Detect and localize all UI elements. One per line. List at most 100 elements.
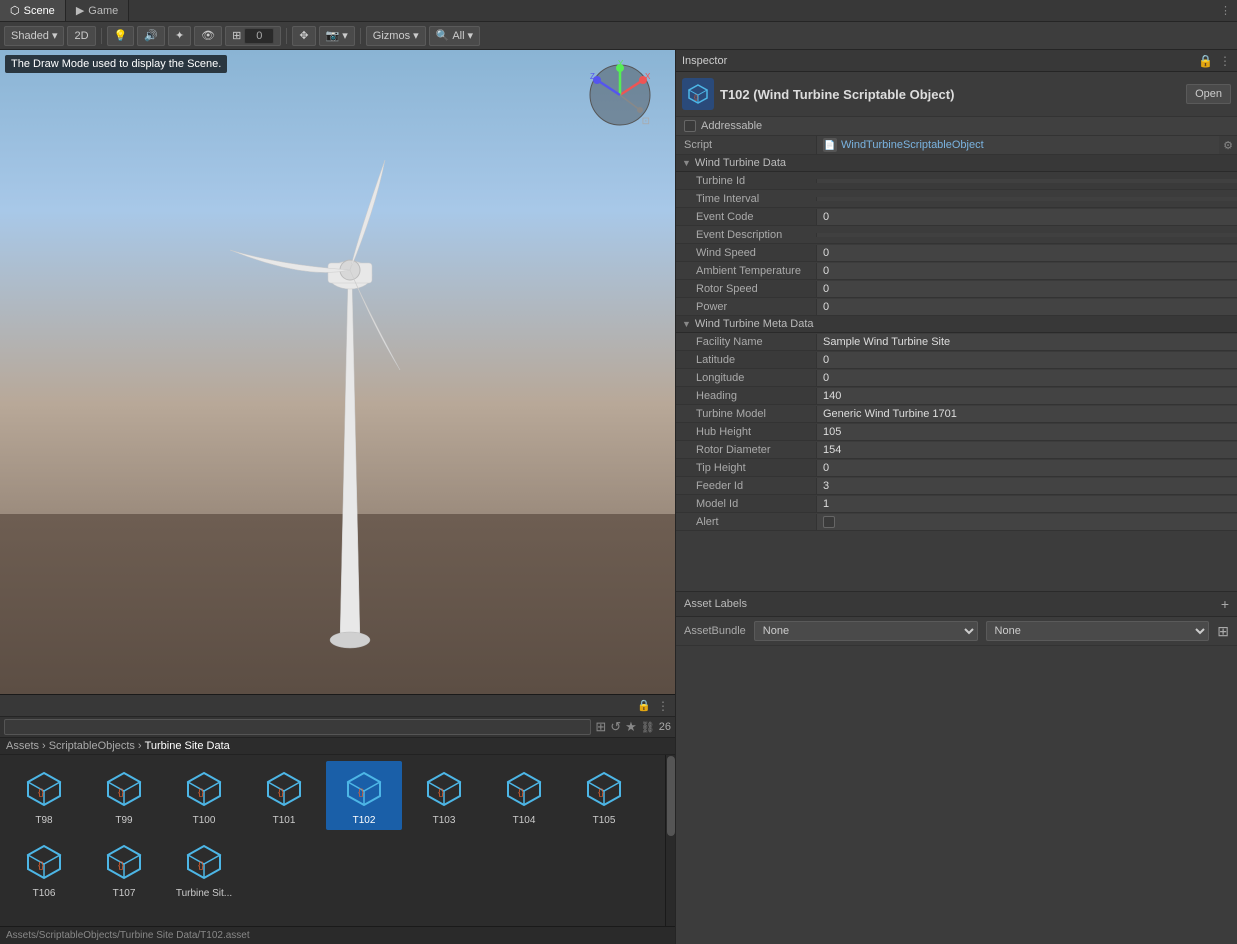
- wind-turbine-meta-data-header[interactable]: ▼ Wind Turbine Meta Data: [676, 316, 1237, 333]
- power-label: Power: [676, 299, 816, 315]
- event-code-value[interactable]: 0: [816, 209, 1237, 225]
- facility-name-label: Facility Name: [676, 334, 816, 350]
- audio-toggle[interactable]: 🔊: [137, 26, 165, 46]
- hidden-toggle[interactable]: 👁: [194, 26, 222, 46]
- turbine-id-label: Turbine Id: [676, 173, 816, 189]
- asset-bundle-expand-icon[interactable]: ⊞: [1217, 623, 1229, 640]
- asset-search-input[interactable]: [4, 719, 591, 735]
- svg-text:{}: {}: [118, 860, 124, 870]
- shading-dropdown[interactable]: Shaded ▾: [4, 26, 64, 46]
- dots-icon[interactable]: ⋮: [657, 699, 669, 713]
- asset-item-T103[interactable]: {} T103: [406, 761, 482, 830]
- asset-item-T106[interactable]: {} T106: [6, 834, 82, 903]
- camera-dropdown[interactable]: 📷 ▾: [319, 26, 355, 46]
- asset-item-T101[interactable]: {} T101: [246, 761, 322, 830]
- view-control[interactable]: ⊡: [642, 116, 650, 127]
- event-code-label: Event Code: [676, 209, 816, 225]
- asset-star-icon[interactable]: ★: [625, 719, 637, 735]
- prop-feeder-id: Feeder Id 3: [676, 477, 1237, 495]
- grid-toggle[interactable]: ⊞ 0: [225, 26, 281, 46]
- asset-item-T102[interactable]: {} T102: [326, 761, 402, 830]
- draw-mode-tooltip: The Draw Mode used to display the Scene.: [5, 55, 227, 73]
- tip-height-label: Tip Height: [676, 460, 816, 476]
- effects-toggle[interactable]: ✦: [168, 26, 191, 46]
- svg-text:X: X: [645, 72, 651, 81]
- script-gear-icon[interactable]: ⚙: [1219, 139, 1237, 152]
- hidden-icon: 👁: [201, 29, 215, 42]
- prop-time-interval: Time Interval: [676, 190, 1237, 208]
- hub-height-value[interactable]: 105: [816, 424, 1237, 440]
- wind-turbine-data-header[interactable]: ▼ Wind Turbine Data: [676, 155, 1237, 172]
- asset-add-icon[interactable]: ⊞: [595, 719, 606, 735]
- wind-speed-value[interactable]: 0: [816, 245, 1237, 261]
- light-toggle[interactable]: 💡: [107, 26, 135, 46]
- prop-turbine-model: Turbine Model Generic Wind Turbine 1701: [676, 405, 1237, 423]
- open-button[interactable]: Open: [1186, 84, 1231, 104]
- asset-item-T105[interactable]: {} T105: [566, 761, 642, 830]
- scene-viewport[interactable]: The Draw Mode used to display the Scene.: [0, 50, 675, 694]
- asset-item-T99[interactable]: {} T99: [86, 761, 162, 830]
- breadcrumb-assets[interactable]: Assets: [6, 740, 39, 752]
- asset-item-T98[interactable]: {} T98: [6, 761, 82, 830]
- rotor-diameter-label: Rotor Diameter: [676, 442, 816, 458]
- heading-value[interactable]: 140: [816, 388, 1237, 404]
- longitude-value[interactable]: 0: [816, 370, 1237, 386]
- asset-item-turbine-site[interactable]: {} Turbine Sit...: [166, 834, 242, 903]
- prop-tip-height: Tip Height 0: [676, 459, 1237, 477]
- svg-text:{}: {}: [694, 95, 698, 101]
- gizmos-dropdown[interactable]: Gizmos ▾: [366, 26, 426, 46]
- time-interval-label: Time Interval: [676, 191, 816, 207]
- event-description-value[interactable]: [816, 233, 1237, 237]
- asset-item-T104[interactable]: {} T104: [486, 761, 562, 830]
- assets-scrollbar[interactable]: [665, 755, 675, 926]
- breadcrumb-turbine-site[interactable]: Turbine Site Data: [145, 740, 230, 752]
- more-options-icon[interactable]: ⋮: [1214, 4, 1237, 17]
- latitude-label: Latitude: [676, 352, 816, 368]
- rotor-speed-value[interactable]: 0: [816, 281, 1237, 297]
- latitude-value[interactable]: 0: [816, 352, 1237, 368]
- turbine-id-value[interactable]: [816, 179, 1237, 183]
- 2d-toggle[interactable]: 2D: [67, 26, 95, 46]
- lock-icon[interactable]: 🔒: [637, 699, 651, 712]
- prop-longitude: Longitude 0: [676, 369, 1237, 387]
- svg-text:{}: {}: [38, 787, 44, 797]
- prop-turbine-id: Turbine Id: [676, 172, 1237, 190]
- svg-text:{}: {}: [118, 787, 124, 797]
- prop-model-id: Model Id 1: [676, 495, 1237, 513]
- asset-labels-header: Asset Labels +: [676, 591, 1237, 617]
- tab-game[interactable]: ▶ Game: [66, 0, 129, 21]
- rotor-diameter-value[interactable]: 154: [816, 442, 1237, 458]
- tab-scene-label: Scene: [24, 5, 55, 17]
- transform-tool[interactable]: ✥: [292, 26, 315, 46]
- prop-rotor-diameter: Rotor Diameter 154: [676, 441, 1237, 459]
- addressable-checkbox[interactable]: [684, 120, 696, 132]
- wind-speed-label: Wind Speed: [676, 245, 816, 261]
- power-value[interactable]: 0: [816, 299, 1237, 315]
- turbine-model-value[interactable]: Generic Wind Turbine 1701: [816, 406, 1237, 422]
- top-tab-bar: ⬡ Scene ▶ Game ⋮: [0, 0, 1237, 22]
- asset-bundle-select-2[interactable]: None: [986, 621, 1210, 641]
- ambient-temperature-value[interactable]: 0: [816, 263, 1237, 279]
- tab-game-label: Game: [88, 5, 118, 17]
- asset-item-T107[interactable]: {} T107: [86, 834, 162, 903]
- asset-refresh-icon[interactable]: ↺: [610, 719, 621, 735]
- all-dropdown[interactable]: 🔍 All ▾: [429, 26, 480, 46]
- time-interval-value[interactable]: [816, 197, 1237, 201]
- inspector-menu-icon[interactable]: ⋮: [1219, 54, 1231, 68]
- svg-text:Y: Y: [618, 60, 624, 68]
- asset-item-T100[interactable]: {} T100: [166, 761, 242, 830]
- feeder-id-value[interactable]: 3: [816, 478, 1237, 494]
- turbine-svg: [200, 100, 500, 660]
- asset-bundle-select-1[interactable]: None: [754, 621, 978, 641]
- alert-checkbox[interactable]: [823, 516, 835, 528]
- breadcrumb-scriptable[interactable]: ScriptableObjects: [49, 740, 135, 752]
- longitude-label: Longitude: [676, 370, 816, 386]
- facility-name-value[interactable]: Sample Wind Turbine Site: [816, 334, 1237, 350]
- asset-labels-add-icon[interactable]: +: [1221, 596, 1229, 612]
- object-name: T102 (Wind Turbine Scriptable Object): [720, 87, 954, 102]
- inspector-lock-icon[interactable]: 🔒: [1198, 54, 1213, 68]
- tip-height-value[interactable]: 0: [816, 460, 1237, 476]
- model-id-value[interactable]: 1: [816, 496, 1237, 512]
- tab-scene[interactable]: ⬡ Scene: [0, 0, 66, 21]
- search-icon: 🔍: [436, 29, 450, 42]
